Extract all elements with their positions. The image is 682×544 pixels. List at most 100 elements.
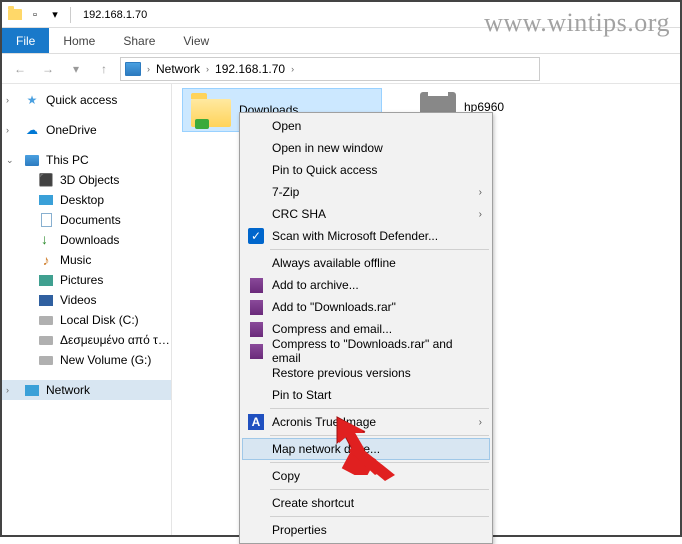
sidebar-this-pc[interactable]: ⌄ This PC xyxy=(2,150,171,170)
chevron-right-icon: › xyxy=(479,209,482,220)
ctx-compress-rar-email[interactable]: Compress to "Downloads.rar" and email xyxy=(242,340,490,362)
separator xyxy=(270,462,489,463)
sidebar-label: OneDrive xyxy=(46,123,97,137)
acronis-icon: A xyxy=(248,414,264,430)
sidebar-label: This PC xyxy=(46,153,89,167)
shared-folder-icon xyxy=(191,93,231,127)
ctx-scan-defender[interactable]: ✓Scan with Microsoft Defender... xyxy=(242,225,490,247)
rar-icon xyxy=(248,277,264,293)
rar-icon xyxy=(248,321,264,337)
qat-properties-icon[interactable]: ▫ xyxy=(26,6,44,24)
rar-icon xyxy=(248,343,264,359)
drive-icon xyxy=(38,352,54,368)
sidebar-label: New Volume (G:) xyxy=(60,353,151,367)
tab-view[interactable]: View xyxy=(169,28,223,53)
sidebar-new-volume[interactable]: New Volume (G:) xyxy=(2,350,171,370)
sidebar-label: Δεσμευμένο από τ… xyxy=(60,333,170,347)
chevron-right-icon[interactable]: › xyxy=(291,64,294,74)
sidebar-quick-access[interactable]: › ★ Quick access xyxy=(2,90,171,110)
music-icon: ♪ xyxy=(38,252,54,268)
sidebar-onedrive[interactable]: › ☁ OneDrive xyxy=(2,120,171,140)
ctx-open-new-window[interactable]: Open in new window xyxy=(242,137,490,159)
sidebar-pictures[interactable]: Pictures xyxy=(2,270,171,290)
sidebar-label: Quick access xyxy=(46,93,117,107)
sidebar-local-disk[interactable]: Local Disk (C:) xyxy=(2,310,171,330)
sidebar-reserved[interactable]: Δεσμευμένο από τ… xyxy=(2,330,171,350)
window-title: 192.168.1.70 xyxy=(83,9,147,21)
sidebar-network[interactable]: › Network xyxy=(2,380,171,400)
context-menu: Open Open in new window Pin to Quick acc… xyxy=(239,112,493,544)
chevron-right-icon[interactable]: › xyxy=(6,95,16,105)
ctx-add-archive[interactable]: Add to archive... xyxy=(242,274,490,296)
sidebar-label: 3D Objects xyxy=(60,173,119,187)
crumb-host[interactable]: 192.168.1.70 xyxy=(215,62,285,76)
watermark: www.wintips.org xyxy=(484,8,670,38)
sidebar-label: Music xyxy=(60,253,91,267)
ctx-crc-sha[interactable]: CRC SHA› xyxy=(242,203,490,225)
separator xyxy=(270,249,489,250)
folder-icon: ⬛ xyxy=(38,172,54,188)
network-icon xyxy=(125,62,141,76)
sidebar-label: Desktop xyxy=(60,193,104,207)
sidebar-label: Downloads xyxy=(60,233,119,247)
address-bar-row: ← → ▾ ↑ › Network › 192.168.1.70 › xyxy=(2,54,680,84)
ctx-always-offline[interactable]: Always available offline xyxy=(242,252,490,274)
separator xyxy=(270,516,489,517)
sidebar-label: Pictures xyxy=(60,273,103,287)
ctx-add-rar[interactable]: Add to "Downloads.rar" xyxy=(242,296,490,318)
ctx-7zip[interactable]: 7-Zip› xyxy=(242,181,490,203)
ctx-create-shortcut[interactable]: Create shortcut xyxy=(242,492,490,514)
sidebar-label: Local Disk (C:) xyxy=(60,313,139,327)
qat-new-folder-icon[interactable]: ▾ xyxy=(46,6,64,24)
sidebar-documents[interactable]: Documents xyxy=(2,210,171,230)
sidebar-downloads[interactable]: Downloads xyxy=(2,230,171,250)
ctx-open[interactable]: Open xyxy=(242,115,490,137)
network-icon xyxy=(24,382,40,398)
ctx-acronis[interactable]: AAcronis True Image› xyxy=(242,411,490,433)
forward-button[interactable]: → xyxy=(36,57,60,81)
shield-icon: ✓ xyxy=(248,228,264,244)
chevron-right-icon[interactable]: › xyxy=(6,125,16,135)
ctx-restore-versions[interactable]: Restore previous versions xyxy=(242,362,490,384)
chevron-right-icon[interactable]: › xyxy=(147,64,150,74)
tab-file[interactable]: File xyxy=(2,28,49,53)
rar-icon xyxy=(248,299,264,315)
ctx-copy[interactable]: Copy xyxy=(242,465,490,487)
download-icon xyxy=(38,232,54,248)
sidebar-music[interactable]: ♪ Music xyxy=(2,250,171,270)
chevron-right-icon: › xyxy=(479,187,482,198)
cloud-icon: ☁ xyxy=(24,122,40,138)
sidebar: › ★ Quick access › ☁ OneDrive ⌄ This PC … xyxy=(2,84,172,535)
chevron-right-icon[interactable]: › xyxy=(6,385,16,395)
back-button[interactable]: ← xyxy=(8,57,32,81)
ctx-properties[interactable]: Properties xyxy=(242,519,490,541)
sidebar-label: Documents xyxy=(60,213,121,227)
recent-button[interactable]: ▾ xyxy=(64,57,88,81)
sidebar-desktop[interactable]: Desktop xyxy=(2,190,171,210)
chevron-right-icon: › xyxy=(479,417,482,428)
ctx-map-network-drive[interactable]: Map network drive... xyxy=(242,438,490,460)
chevron-right-icon[interactable]: › xyxy=(206,64,209,74)
document-icon xyxy=(38,212,54,228)
ctx-pin-quick-access[interactable]: Pin to Quick access xyxy=(242,159,490,181)
sidebar-videos[interactable]: Videos xyxy=(2,290,171,310)
star-icon: ★ xyxy=(24,92,40,108)
crumb-network[interactable]: Network xyxy=(156,62,200,76)
sidebar-label: Videos xyxy=(60,293,96,307)
separator xyxy=(270,408,489,409)
tab-share[interactable]: Share xyxy=(109,28,169,53)
chevron-down-icon[interactable]: ⌄ xyxy=(6,155,16,166)
pc-icon xyxy=(24,152,40,168)
separator xyxy=(270,435,489,436)
sidebar-3d-objects[interactable]: ⬛ 3D Objects xyxy=(2,170,171,190)
sidebar-label: Network xyxy=(46,383,90,397)
videos-icon xyxy=(38,292,54,308)
separator xyxy=(270,489,489,490)
up-button[interactable]: ↑ xyxy=(92,57,116,81)
tab-home[interactable]: Home xyxy=(49,28,109,53)
ctx-pin-start[interactable]: Pin to Start xyxy=(242,384,490,406)
drive-icon xyxy=(38,312,54,328)
address-bar[interactable]: › Network › 192.168.1.70 › xyxy=(120,57,540,81)
explorer-icon xyxy=(6,6,24,24)
drive-icon xyxy=(38,332,54,348)
